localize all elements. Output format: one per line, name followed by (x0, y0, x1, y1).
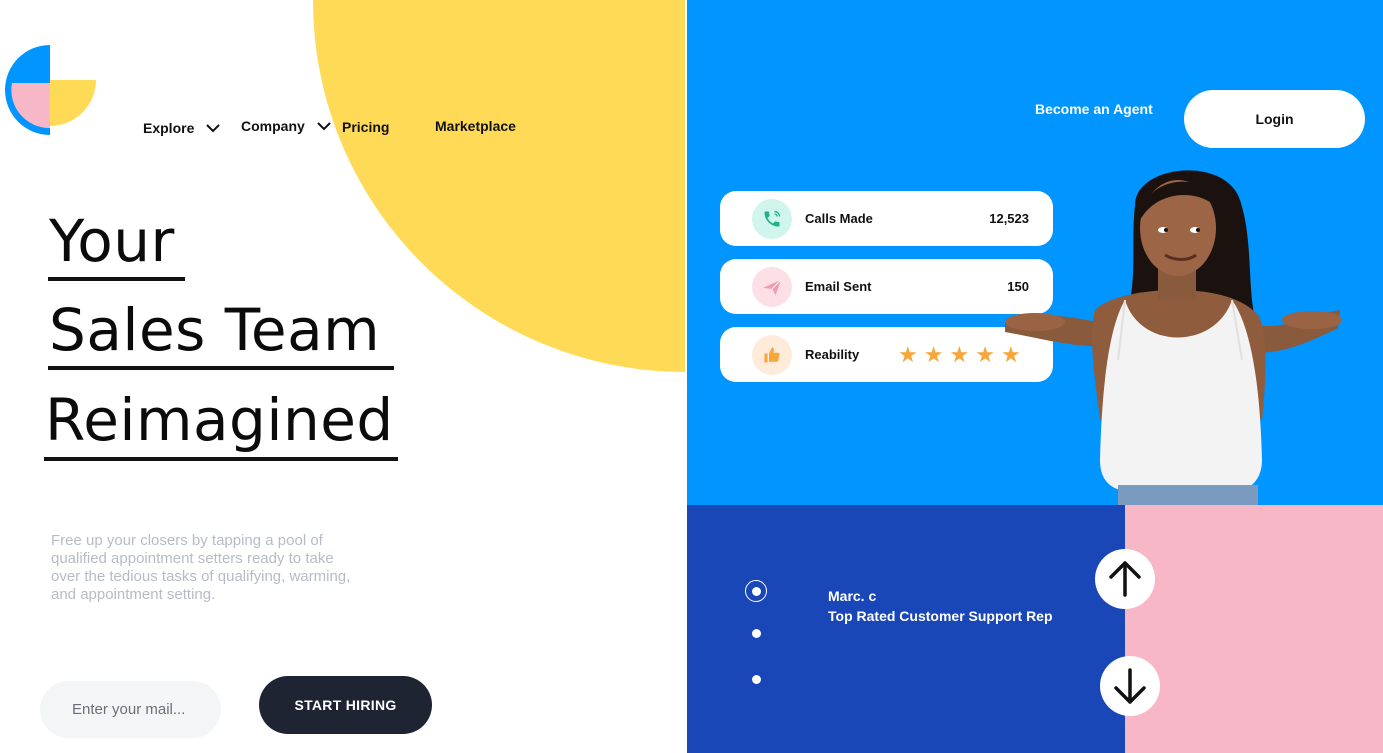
previous-button[interactable] (1095, 549, 1155, 609)
chevron-down-icon (317, 122, 331, 131)
stat-label: Calls Made (805, 211, 873, 226)
arrow-up-icon (1109, 561, 1141, 597)
arrow-down-icon (1114, 668, 1146, 704)
carousel-dot[interactable] (752, 629, 761, 638)
star-icon: ★ (923, 343, 944, 368)
nav-pricing-label: Pricing (342, 119, 390, 135)
paper-plane-icon (752, 267, 792, 307)
email-input[interactable] (40, 681, 221, 738)
nav-company-label: Company (241, 118, 305, 134)
next-button[interactable] (1100, 656, 1160, 716)
nav-company[interactable]: Company (241, 118, 331, 134)
star-icon: ★ (949, 343, 970, 368)
nav-explore-label: Explore (143, 120, 195, 136)
nav-marketplace[interactable]: Marketplace (435, 118, 516, 134)
hero-underline (48, 277, 185, 281)
hero-underline (44, 457, 398, 461)
pink-panel (1125, 505, 1383, 753)
hero-title-line-1: Your (49, 207, 175, 275)
agent-photo (1005, 170, 1342, 505)
hero-subtext: Free up your closers by tapping a pool o… (51, 532, 351, 603)
carousel-dot[interactable] (752, 675, 761, 684)
phone-icon (752, 199, 792, 239)
hero-title-line-2: Sales Team (49, 296, 381, 364)
carousel-dot-active[interactable] (745, 580, 767, 602)
star-icon: ★ (975, 343, 995, 368)
star-icon: ★ (898, 343, 918, 368)
nav-marketplace-label: Marketplace (435, 118, 516, 134)
thumbs-up-icon (752, 335, 792, 375)
testimonial-name: Marc. c (828, 588, 877, 604)
login-button[interactable]: Login (1184, 90, 1365, 148)
nav-pricing[interactable]: Pricing (342, 119, 389, 135)
testimonial-title: Top Rated Customer Support Rep (828, 608, 1053, 624)
brand-logo[interactable] (0, 45, 96, 135)
hero-title-line-3: Reimagined (45, 386, 394, 454)
nav-explore[interactable]: Explore (143, 120, 221, 136)
start-hiring-button[interactable]: START HIRING (259, 676, 432, 734)
stat-label: Reability (805, 347, 860, 362)
chevron-down-icon (206, 124, 221, 133)
become-agent-link[interactable]: Become an Agent (1035, 101, 1153, 117)
stat-label: Email Sent (805, 279, 872, 294)
hero-underline (48, 366, 394, 370)
